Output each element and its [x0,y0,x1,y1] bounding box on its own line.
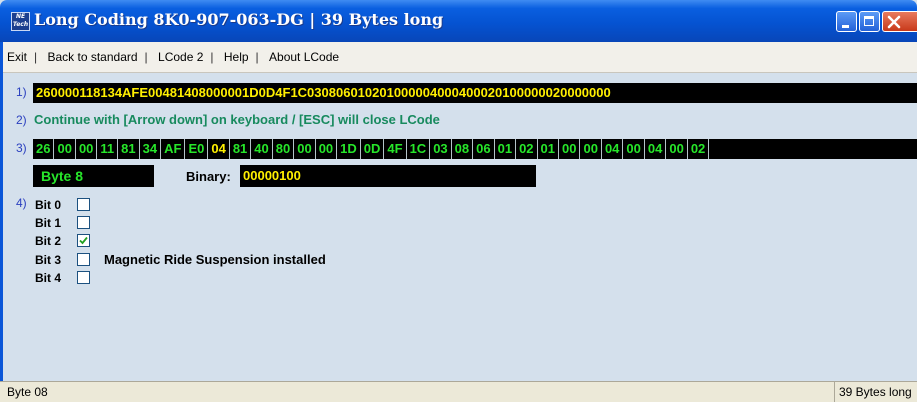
status-byte: Byte 08 [7,385,48,399]
byte-cell-2[interactable]: 00 [76,139,98,159]
menu-lcode-2[interactable]: LCode 2 [151,42,203,72]
bit-row-3: Bit 3 Magnetic Ride Suspension installed [35,251,326,269]
minimize-icon [842,25,849,28]
app-icon[interactable]: NE Tech [11,12,30,31]
byte-cell-23[interactable]: 01 [538,139,560,159]
maximize-icon [864,16,874,26]
byte-cell-17[interactable]: 1C [407,139,431,159]
bit-row-2: Bit 2 [35,232,90,250]
byte-cell-24[interactable]: 00 [559,139,581,159]
byte-cell-15[interactable]: 0D [361,139,385,159]
byte-cell-12[interactable]: 00 [294,139,316,159]
selected-byte-label: Byte 8 [33,165,154,187]
byte-cell-3[interactable]: 11 [97,139,119,159]
byte-cell-22[interactable]: 02 [516,139,538,159]
byte-cell-27[interactable]: 00 [623,139,645,159]
menu-separator: | [255,50,259,64]
byte-cell-0[interactable]: 26 [33,139,55,159]
byte-cell-16[interactable]: 4F [384,139,407,159]
window-border [0,42,3,381]
menu-about-lcode[interactable]: About LCode [262,42,339,72]
byte-cell-29[interactable]: 00 [666,139,688,159]
row-number-3: 3) [16,141,27,155]
byte-cell-28[interactable]: 04 [645,139,667,159]
row-number-1: 1) [16,85,27,99]
keyboard-hint: Continue with [Arrow down] on keyboard /… [34,112,440,127]
byte-cell-4[interactable]: 81 [118,139,140,159]
title-bar[interactable]: NE Tech Long Coding 8K0-907-063-DG | 39 B… [0,0,917,42]
byte-cell-5[interactable]: 34 [140,139,162,159]
coding-string-field[interactable]: 260000118134AFE00481408000001D0D4F1C0308… [33,83,917,103]
minimize-button[interactable] [836,11,857,32]
bit-4-checkbox[interactable] [77,271,90,284]
byte-cell-30[interactable]: 02 [688,139,710,159]
byte-cell-19[interactable]: 08 [452,139,474,159]
bit-label: Bit 3 [35,253,62,267]
menu-help[interactable]: Help [217,42,249,72]
menu-exit[interactable]: Exit [0,42,27,72]
menu-separator: | [210,50,214,64]
byte-cell-25[interactable]: 00 [580,139,602,159]
byte-cell-9[interactable]: 81 [230,139,252,159]
byte-cell-20[interactable]: 06 [473,139,495,159]
bit-2-checkbox[interactable] [77,234,90,247]
menu-separator: | [144,50,148,64]
status-length: 39 Bytes long [834,382,912,402]
byte-cell-10[interactable]: 40 [251,139,273,159]
bit-description: Magnetic Ride Suspension installed [104,252,326,267]
maximize-button[interactable] [859,11,880,32]
bit-label: Bit 2 [35,234,62,248]
close-icon [887,15,901,29]
bit-row-1: Bit 1 [35,214,90,232]
byte-cell-18[interactable]: 03 [430,139,452,159]
row-number-2: 2) [16,113,27,127]
byte-cell-13[interactable]: 00 [316,139,338,159]
menu-bar: Exit | Back to standard | LCode 2 | Help | A… [0,42,917,73]
binary-label: Binary: [186,169,231,184]
menu-separator: | [34,50,38,64]
checkmark-icon [79,236,88,245]
byte-cell-14[interactable]: 1D [337,139,361,159]
byte-cell-8[interactable]: 04 [208,139,230,159]
bit-1-checkbox[interactable] [77,216,90,229]
long-coding-window: NE Tech Long Coding 8K0-907-063-DG | 39 B… [0,0,917,402]
byte-cell-21[interactable]: 01 [495,139,517,159]
byte-cell-1[interactable]: 00 [54,139,76,159]
row-number-4: 4) [16,196,27,210]
menu-back-to-standard[interactable]: Back to standard [40,42,137,72]
close-button[interactable] [882,11,917,32]
byte-cell-11[interactable]: 80 [273,139,295,159]
status-bar: Byte 08 39 Bytes long [0,381,917,402]
bit-row-0: Bit 0 [35,196,90,214]
byte-cell-26[interactable]: 04 [602,139,624,159]
bit-label: Bit 4 [35,271,62,285]
bit-3-checkbox[interactable] [77,253,90,266]
byte-cell-6[interactable]: AF [161,139,186,159]
byte-selector-bar: 26 00 00 11 81 34 AF E0 04 81 40 80 00 00 1D 0D 4F 1C 03 08… [33,139,917,159]
bit-row-4: Bit 4 [35,269,90,287]
bit-0-checkbox[interactable] [77,198,90,211]
byte-cell-7[interactable]: E0 [185,139,209,159]
bit-label: Bit 1 [35,216,62,230]
binary-value: 00000100 [240,165,536,187]
bit-label: Bit 0 [35,198,62,212]
window-title: Long Coding 8K0-907-063-DG | 39 Bytes lo… [34,10,444,29]
